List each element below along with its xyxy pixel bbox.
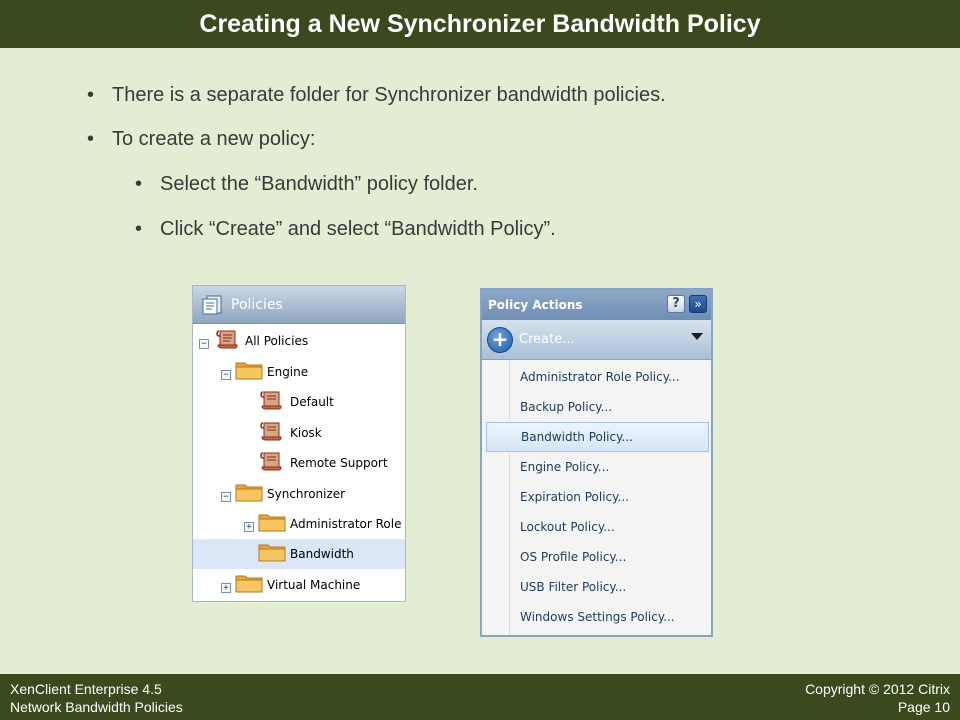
bullet-text: Click “Create” and select “Bandwidth Pol…	[160, 218, 556, 240]
menu-item-bandwidth-policy[interactable]: Bandwidth Policy...	[486, 422, 709, 452]
policy-scroll-icon	[260, 452, 282, 471]
expand-icon[interactable]: +	[221, 583, 231, 593]
copyright: Copyright © 2012 Citrix	[805, 681, 950, 697]
slide-title: Creating a New Synchronizer Bandwidth Po…	[199, 9, 761, 38]
tree-item-engine[interactable]: − Engine	[193, 357, 405, 387]
tree-item-label: All Policies	[245, 334, 309, 348]
tree-item-all-policies[interactable]: − All Policies	[193, 326, 405, 356]
expand-icon[interactable]: +	[244, 522, 254, 532]
collapse-icon[interactable]: −	[221, 492, 231, 502]
tree-item-default[interactable]: Default	[193, 387, 405, 417]
folder-icon	[235, 362, 263, 380]
menu-item-usb-filter-policy[interactable]: USB Filter Policy...	[486, 572, 709, 602]
create-plus-icon: +	[487, 326, 513, 353]
help-button[interactable]: ?	[667, 295, 685, 313]
tree-item-label: Default	[290, 395, 334, 409]
policy-scroll-icon	[260, 391, 282, 410]
folder-icon	[258, 514, 286, 532]
sub-bullet-item: • Click “Create” and select “Bandwidth Po…	[135, 218, 556, 241]
menu-item-expiration-policy[interactable]: Expiration Policy...	[486, 482, 709, 512]
collapse-panel-button[interactable]: »	[689, 295, 707, 313]
page-number: Page 10	[897, 699, 950, 715]
title-bar: Creating a New Synchronizer Bandwidth Po…	[0, 0, 960, 48]
policies-tree-panel: Policies − All Policies − Engine Default…	[192, 285, 406, 602]
menu-item-engine-policy[interactable]: Engine Policy...	[486, 452, 709, 482]
tree-item-synchronizer[interactable]: − Synchronizer	[193, 479, 405, 509]
product-name: XenClient Enterprise 4.5	[10, 681, 162, 697]
sub-bullet-item: • Select the “Bandwidth” policy folder.	[135, 173, 478, 196]
collapse-icon[interactable]: −	[199, 339, 209, 349]
create-label: Create...	[519, 332, 575, 347]
menu-item-os-profile-policy[interactable]: OS Profile Policy...	[486, 542, 709, 572]
bullet-glyph: •	[87, 84, 95, 106]
tree-item-remote-support[interactable]: Remote Support	[193, 448, 405, 478]
policy-actions-title: Policy Actions	[488, 298, 583, 312]
tree-item-virtual-machine[interactable]: + Virtual Machine	[193, 570, 405, 600]
folder-icon	[235, 484, 263, 502]
tree-item-label: Administrator Role	[290, 517, 402, 531]
tree-item-label: Bandwidth	[290, 547, 354, 561]
bullet-text: To create a new policy:	[112, 128, 316, 150]
tree-item-label: Kiosk	[290, 426, 322, 440]
tree-item-label: Virtual Machine	[267, 578, 361, 592]
menu-item-administrator-role-policy[interactable]: Administrator Role Policy...	[486, 362, 709, 392]
footer-bar: XenClient Enterprise 4.5 Network Bandwid…	[0, 674, 960, 720]
policies-icon	[202, 295, 222, 314]
policy-actions-panel: Policy Actions ? » + Create... Administr…	[480, 288, 713, 637]
folder-icon	[258, 544, 286, 562]
tree-item-label: Engine	[267, 365, 309, 379]
tree-item-administrator-role[interactable]: + Administrator Role	[193, 509, 405, 539]
menu-item-backup-policy[interactable]: Backup Policy...	[486, 392, 709, 422]
create-dropdown[interactable]: + Create...	[482, 320, 711, 360]
bullet-glyph: •	[135, 218, 143, 240]
tree-item-label: Synchronizer	[267, 487, 346, 501]
bullet-glyph: •	[87, 128, 95, 150]
footer-right: Copyright © 2012 Citrix Page 10	[805, 680, 950, 716]
policy-scroll-icon	[260, 422, 282, 441]
bullet-item: • To create a new policy:	[87, 128, 316, 151]
footer-left: XenClient Enterprise 4.5 Network Bandwid…	[10, 680, 183, 716]
policy-scroll-icon	[216, 330, 238, 349]
policies-panel-title: Policies	[231, 296, 283, 313]
tree-item-kiosk[interactable]: Kiosk	[193, 418, 405, 448]
dropdown-caret-icon	[691, 333, 703, 340]
collapse-icon[interactable]: −	[221, 370, 231, 380]
folder-icon	[235, 575, 263, 593]
menu-item-windows-settings-policy[interactable]: Windows Settings Policy...	[486, 602, 709, 632]
policy-actions-header: Policy Actions ? »	[482, 290, 711, 320]
module-name: Network Bandwidth Policies	[10, 699, 183, 715]
tree-item-bandwidth[interactable]: Bandwidth	[193, 539, 405, 569]
bullet-item: • There is a separate folder for Synchron…	[87, 84, 666, 107]
menu-item-lockout-policy[interactable]: Lockout Policy...	[486, 512, 709, 542]
bullet-text: Select the “Bandwidth” policy folder.	[160, 173, 478, 195]
tree-item-label: Remote Support	[290, 456, 388, 470]
bullet-glyph: •	[135, 173, 143, 195]
policies-panel-header: Policies	[193, 286, 405, 324]
bullet-text: There is a separate folder for Synchroni…	[112, 84, 666, 106]
